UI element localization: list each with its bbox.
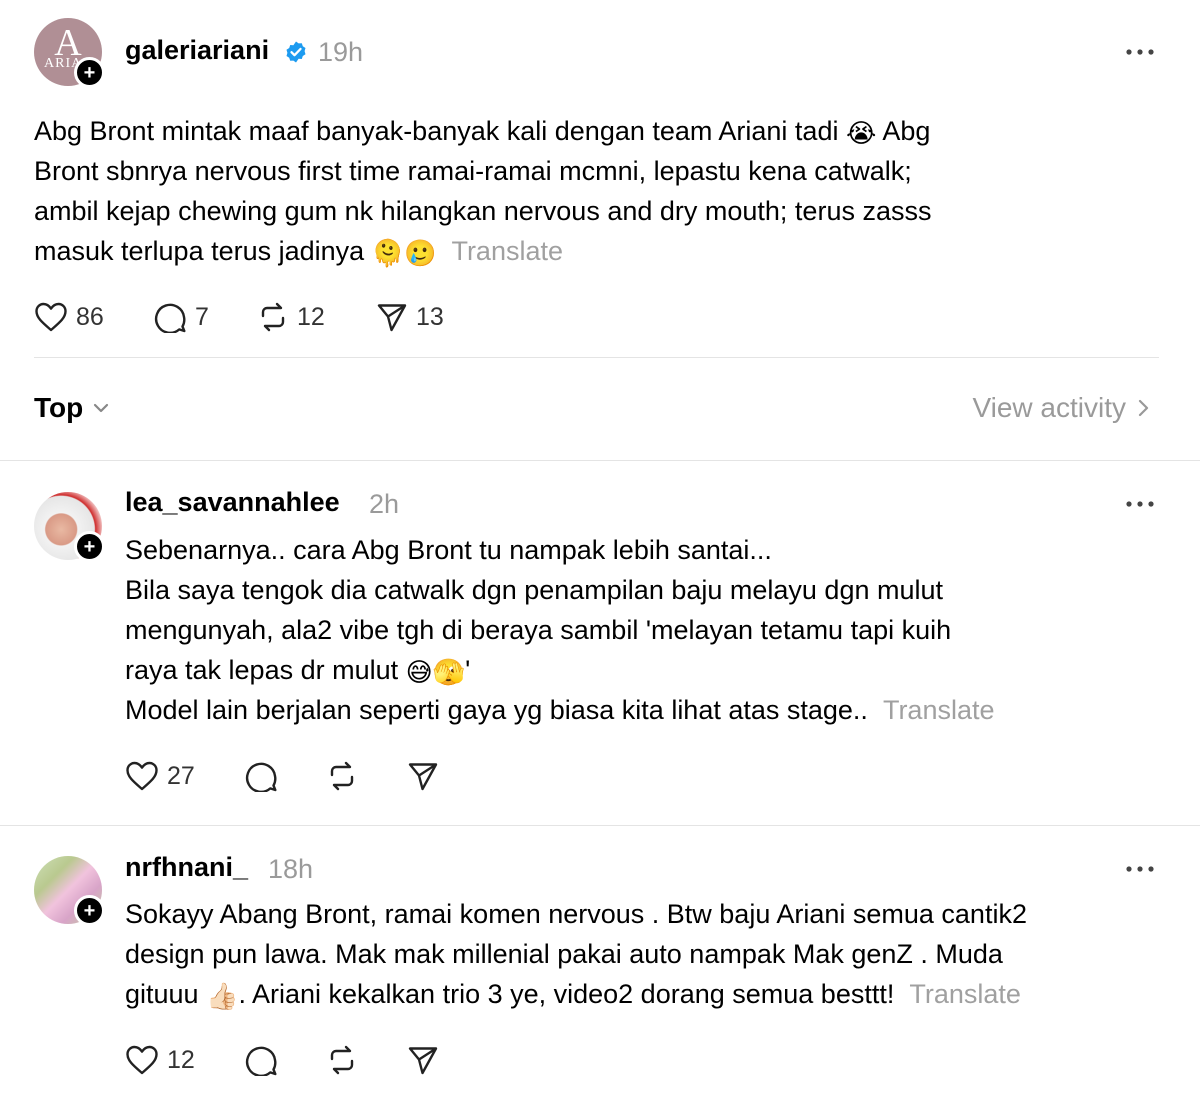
peeking-face-emoji: 🫣 [432, 658, 466, 688]
heart-icon [126, 761, 158, 791]
divider [0, 825, 1200, 826]
reply-text-line: Model lain berjalan seperti gaya yg bias… [125, 695, 868, 725]
repost-icon [330, 1045, 354, 1075]
reply-button[interactable]: 7 [154, 301, 209, 333]
repost-icon [261, 302, 285, 332]
follow-plus-button[interactable]: + [74, 895, 105, 926]
reply-text-line: . Ariani kekalkan trio 3 ye, video2 dora… [238, 979, 895, 1009]
username[interactable]: lea_savannahlee [125, 487, 340, 518]
reply-bubble-icon [154, 303, 186, 333]
sort-label: Top [34, 392, 84, 423]
loudly-crying-emoji: 😭 [845, 119, 877, 149]
username[interactable]: galeriariani [125, 35, 269, 66]
sort-dropdown[interactable]: Top [34, 392, 111, 424]
post-text-line: masuk terlupa terus jadinya [34, 236, 365, 266]
more-options-icon[interactable] [1125, 500, 1155, 508]
verified-badge-icon [286, 41, 306, 63]
reply-body: Sebenarnya.. cara Abg Bront tu nampak le… [125, 530, 1165, 730]
translate-link[interactable]: Translate [883, 695, 995, 725]
divider [34, 357, 1159, 358]
like-button[interactable]: 27 [125, 760, 195, 792]
heart-icon [126, 1045, 158, 1075]
post-text-line: ambil kejap chewing gum nk hilangkan ner… [34, 196, 932, 226]
share-button[interactable]: 13 [376, 301, 444, 333]
reply-text-line: Sebenarnya.. cara Abg Bront tu nampak le… [125, 535, 772, 565]
like-button[interactable]: 12 [125, 1044, 195, 1076]
send-icon [408, 1047, 438, 1075]
reply-text-line: design pun lawa. Mak mak millenial pakai… [125, 939, 1003, 969]
follow-plus-button[interactable]: + [74, 531, 105, 562]
repost-button[interactable] [326, 760, 358, 792]
post-time: 18h [268, 854, 314, 884]
share-button[interactable] [407, 760, 439, 792]
post-text-line: Bront sbnrya nervous first time ramai-ra… [34, 156, 912, 186]
follow-plus-button[interactable]: + [74, 57, 105, 88]
like-button[interactable]: 86 [34, 301, 104, 333]
post-text-line: Abg Bront mintak maaf banyak-banyak kali… [34, 116, 839, 146]
like-count: 27 [167, 761, 195, 790]
chevron-right-icon [1138, 399, 1149, 417]
share-count: 13 [416, 302, 444, 331]
translate-link[interactable]: Translate [909, 979, 1021, 1009]
send-icon [377, 304, 407, 332]
grinning-sweat-emoji: 😅 [405, 658, 433, 688]
like-count: 12 [167, 1045, 195, 1074]
more-options-icon[interactable] [1125, 48, 1155, 56]
reply-button[interactable] [245, 1044, 278, 1076]
thumbs-up-emoji: 👍🏻 [206, 982, 239, 1012]
view-activity-link[interactable]: View activity [972, 392, 1154, 424]
heart-icon [35, 302, 67, 332]
reply-button[interactable] [245, 760, 278, 792]
more-options-icon[interactable] [1125, 865, 1155, 873]
post-body: Abg Bront mintak maaf banyak-banyak kali… [34, 111, 1164, 271]
reply-bubble-icon [245, 762, 277, 792]
reply-body: Sokayy Abang Bront, ramai komen nervous … [125, 894, 1165, 1014]
melting-face-emoji: 🫠 [371, 239, 405, 269]
repost-button[interactable]: 12 [257, 301, 325, 333]
reply-text-line: mengunyah, ala2 vibe tgh di beraya sambi… [125, 615, 952, 645]
post-time: 2h [369, 489, 400, 519]
repost-button[interactable] [326, 1044, 358, 1076]
divider [0, 460, 1200, 461]
reply-text-line: Sokayy Abang Bront, ramai komen nervous … [125, 899, 1027, 929]
post-time: 19h [318, 37, 364, 67]
repost-count: 12 [297, 302, 325, 331]
smiling-with-tear-emoji: 🥲 [404, 239, 437, 269]
reply-text-line: raya tak lepas dr mulut [125, 655, 399, 685]
reply-text-line: ' [465, 655, 471, 685]
chevron-down-icon [94, 403, 109, 413]
view-activity-label: View activity [972, 392, 1126, 423]
username[interactable]: nrfhnani_ [125, 852, 248, 883]
share-button[interactable] [407, 1044, 439, 1076]
translate-link[interactable]: Translate [451, 236, 563, 266]
like-count: 86 [76, 302, 104, 331]
post-text-line: Abg [882, 116, 931, 146]
send-icon [408, 763, 438, 791]
reply-bubble-icon [245, 1046, 277, 1076]
reply-count: 7 [195, 302, 209, 331]
reply-text-line: Bila saya tengok dia catwalk dgn penampi… [125, 575, 944, 605]
reply-text-line: gituuu [125, 979, 199, 1009]
repost-icon [330, 761, 354, 791]
